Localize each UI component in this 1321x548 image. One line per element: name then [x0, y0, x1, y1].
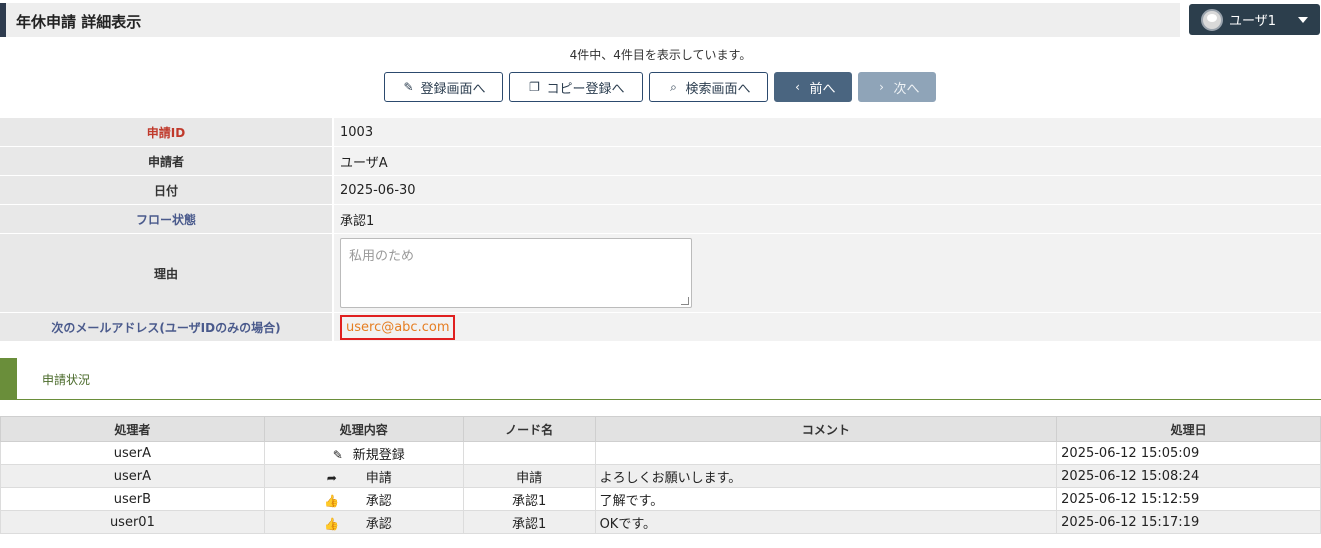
- history-section-title: 申請状況: [42, 373, 91, 387]
- cell-user: user01: [0, 510, 265, 534]
- date-value: 2025-06-30: [332, 176, 1321, 204]
- cell-comment: 了解です。: [594, 487, 1058, 511]
- table-row: userA ✎ 新規登録 2025-06-12 15:05:09: [0, 441, 1321, 465]
- chevron-right-icon: ›: [879, 80, 884, 94]
- mail-value: userc@abc.com: [340, 314, 456, 340]
- reason-textarea[interactable]: 私用のため: [340, 238, 692, 308]
- flow-value: 承認1: [332, 205, 1321, 233]
- detail-row-date: 日付 2025-06-30: [0, 176, 1321, 205]
- applicant-value: ユーザA: [332, 147, 1321, 175]
- copy-register-label: コピー登録へ: [546, 81, 625, 97]
- cell-action: 👍 承認: [263, 487, 464, 511]
- detail-table: 申請ID 1003 申請者 ユーザA 日付 2025-06-30 フロー状態 承…: [0, 118, 1321, 342]
- action-label: 申請: [365, 470, 392, 486]
- table-row: userB 👍 承認 承認1 了解です。 2025-06-12 15:12:59: [0, 487, 1321, 511]
- cell-user: userA: [0, 441, 265, 465]
- cell-date: 2025-06-12 15:05:09: [1056, 441, 1321, 465]
- pencil-icon: ✎: [403, 80, 414, 94]
- col-header-node: ノード名: [462, 416, 596, 442]
- detail-row-flow: フロー状態 承認1: [0, 205, 1321, 234]
- cell-comment: OKです。: [594, 510, 1058, 534]
- search-screen-button[interactable]: ⌕ 検索画面へ: [649, 72, 768, 102]
- col-header-date: 処理日: [1056, 416, 1321, 442]
- cell-user: userA: [0, 464, 265, 488]
- col-header-action: 処理内容: [263, 416, 464, 442]
- reason-label: 理由: [0, 234, 332, 312]
- mail-cell: userc@abc.com: [332, 313, 1321, 341]
- record-count-text: 4件中、4件目を表示しています。: [569, 48, 752, 62]
- share-icon: ➦: [326, 470, 337, 485]
- col-header-user: 処理者: [0, 416, 265, 442]
- id-label: 申請ID: [0, 118, 332, 146]
- prev-label: 前へ: [809, 81, 836, 97]
- title-bar: 年休申請 詳細表示: [0, 3, 1180, 37]
- history-table: 処理者 処理内容 ノード名 コメント 処理日 userA ✎ 新規登録 2025-…: [0, 416, 1321, 534]
- next-label: 次へ: [893, 81, 920, 97]
- action-buttons: ✎ 登録画面へ ❐ コピー登録へ ⌕ 検索画面へ ‹ 前へ › 次へ: [384, 72, 936, 102]
- copy-register-button[interactable]: ❐ コピー登録へ: [509, 72, 643, 102]
- thumbs-up-icon: 👍: [324, 493, 340, 508]
- history-section-header: 申請状況: [0, 358, 1321, 400]
- user-menu-button[interactable]: ユーザ1: [1189, 4, 1320, 35]
- cell-date: 2025-06-12 15:08:24: [1056, 464, 1321, 488]
- action-label: 承認: [365, 493, 392, 509]
- page-title: 年休申請 詳細表示: [16, 13, 142, 31]
- thumbs-up-icon: 👍: [324, 516, 340, 531]
- applicant-label: 申請者: [0, 147, 332, 175]
- chevron-left-icon: ‹: [795, 80, 800, 94]
- next-button[interactable]: › 次へ: [858, 72, 936, 102]
- cell-date: 2025-06-12 15:17:19: [1056, 510, 1321, 534]
- table-row: userA ➦ 申請 申請 よろしくお願いします。 2025-06-12 15:0…: [0, 464, 1321, 488]
- prev-button[interactable]: ‹ 前へ: [774, 72, 852, 102]
- flow-label: フロー状態: [0, 205, 332, 233]
- cell-user: userB: [0, 487, 265, 511]
- table-row: user01 👍 承認 承認1 OKです。 2025-06-12 15:17:19: [0, 510, 1321, 534]
- cell-node: 承認1: [462, 487, 596, 511]
- search-screen-label: 検索画面へ: [685, 81, 751, 97]
- history-header-row: 処理者 処理内容 ノード名 コメント 処理日: [0, 416, 1321, 442]
- pencil-icon: ✎: [332, 447, 343, 462]
- detail-row-reason: 理由 私用のため: [0, 234, 1321, 313]
- page-header: 年休申請 詳細表示 ユーザ1: [0, 0, 1321, 40]
- cell-comment: [594, 441, 1058, 465]
- register-screen-button[interactable]: ✎ 登録画面へ: [384, 72, 503, 102]
- cell-comment: よろしくお願いします。: [594, 464, 1058, 488]
- copy-icon: ❐: [529, 80, 540, 94]
- section-accent-bar: [0, 358, 17, 399]
- id-value: 1003: [332, 118, 1321, 146]
- col-header-comment: コメント: [594, 416, 1058, 442]
- cell-action: 👍 承認: [263, 510, 464, 534]
- reason-cell: 私用のため: [332, 234, 1321, 312]
- cell-node: 申請: [462, 464, 596, 488]
- detail-row-applicant: 申請者 ユーザA: [0, 147, 1321, 176]
- mail-label: 次のメールアドレス(ユーザIDのみの場合): [0, 313, 332, 341]
- detail-row-id: 申請ID 1003: [0, 118, 1321, 147]
- user-name: ユーザ1: [1229, 14, 1277, 29]
- caret-down-icon: [1298, 17, 1308, 23]
- user-avatar-icon: [1201, 8, 1223, 31]
- cell-date: 2025-06-12 15:12:59: [1056, 487, 1321, 511]
- cell-node: [462, 441, 596, 465]
- register-screen-label: 登録画面へ: [420, 81, 486, 97]
- cell-node: 承認1: [462, 510, 596, 534]
- detail-row-mail: 次のメールアドレス(ユーザIDのみの場合) userc@abc.com: [0, 313, 1321, 342]
- action-label: 新規登録: [352, 447, 405, 463]
- date-label: 日付: [0, 176, 332, 204]
- action-label: 承認: [365, 516, 392, 532]
- search-icon: ⌕: [670, 79, 677, 94]
- cell-action: ➦ 申請: [263, 464, 464, 488]
- cell-action: ✎ 新規登録: [263, 441, 464, 465]
